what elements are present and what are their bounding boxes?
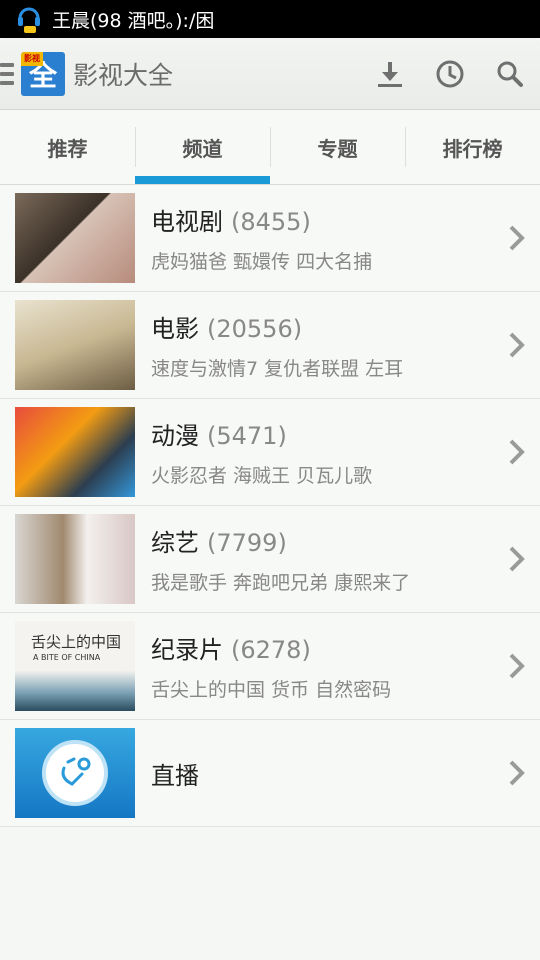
channel-title: 直播 [151,761,199,790]
tab-channels[interactable]: 频道 [135,111,270,184]
channel-title: 电影 [151,315,199,343]
status-bar: 王晨(98 酒吧。):/困 [0,0,540,38]
search-button[interactable] [480,44,540,104]
channel-subtitle: 火影忍者 海贼王 贝瓦儿歌 [151,465,373,487]
download-icon [378,61,402,87]
channel-subtitle: 舌尖上的中国 货币 自然密码 [151,679,392,701]
thumbnail-subtitle: A BITE OF CHINA [33,653,101,662]
chevron-right-icon [509,546,525,572]
channel-row-documentary[interactable]: 舌尖上的中国 A BITE OF CHINA 纪录片 (6278) 舌尖上的中国 … [0,613,540,720]
thumbnail-title: 舌尖上的中国 [31,633,122,651]
channel-title: 电视剧 [151,208,223,236]
chat-notification-icon [16,4,42,34]
channel-subtitle: 速度与激情7 复仇者联盟 左耳 [151,358,404,380]
chevron-right-icon [509,439,525,465]
history-button[interactable] [420,44,480,104]
channel-row-anime[interactable]: 动漫 (5471) 火影忍者 海贼王 贝瓦儿歌 [0,399,540,506]
channel-row-variety[interactable]: 综艺 (7799) 我是歌手 奔跑吧兄弟 康熙来了 [0,506,540,613]
channel-title: 综艺 [151,529,199,557]
channel-row-tv[interactable]: 电视剧 (8455) 虎妈猫爸 甄嬛传 四大名捕 [0,185,540,292]
tab-rankings[interactable]: 排行榜 [405,111,540,184]
movie-thumbnail [15,300,135,390]
channel-subtitle: 虎妈猫爸 甄嬛传 四大名捕 [151,251,373,273]
drawer-menu-icon[interactable] [0,62,14,85]
chevron-right-icon [509,332,525,358]
logo-badge: 影视 [21,51,43,66]
search-icon [497,61,523,87]
tab-topics[interactable]: 专题 [270,111,405,184]
action-bar: 影视 全 影视大全 [0,38,540,110]
channel-subtitle: 我是歌手 奔跑吧兄弟 康熙来了 [151,572,411,594]
channel-count: (5471) [207,422,287,450]
channel-title: 动漫 [151,422,199,450]
app-logo: 影视 全 [21,51,65,96]
history-icon [436,60,464,87]
status-notification-text: 王晨(98 酒吧。):/困 [52,9,215,32]
live-signal-icon [61,757,91,786]
tab-bar: 推荐 频道 专题 排行榜 [0,111,540,185]
anime-thumbnail [15,407,135,497]
channel-row-live[interactable]: 直播 [0,720,540,827]
channel-count: (8455) [231,208,311,236]
chevron-right-icon [509,760,525,786]
app-title: 影视大全 [73,60,174,90]
chevron-right-icon [509,225,525,251]
live-badge [42,740,108,806]
tv-thumbnail [15,193,135,283]
channel-count: (6278) [231,636,311,664]
chevron-right-icon [509,653,525,679]
channel-row-movie[interactable]: 电影 (20556) 速度与激情7 复仇者联盟 左耳 [0,292,540,399]
tab-recommend[interactable]: 推荐 [0,111,135,184]
variety-thumbnail [15,514,135,604]
channel-count: (7799) [207,529,287,557]
documentary-thumbnail: 舌尖上的中国 A BITE OF CHINA [15,621,135,711]
download-button[interactable] [360,44,420,104]
channel-count: (20556) [207,315,303,343]
channel-title: 纪录片 [151,636,223,664]
channel-list: 电视剧 (8455) 虎妈猫爸 甄嬛传 四大名捕 电影 (20556) 速度与激情7… [0,185,540,827]
live-thumbnail [15,728,135,818]
